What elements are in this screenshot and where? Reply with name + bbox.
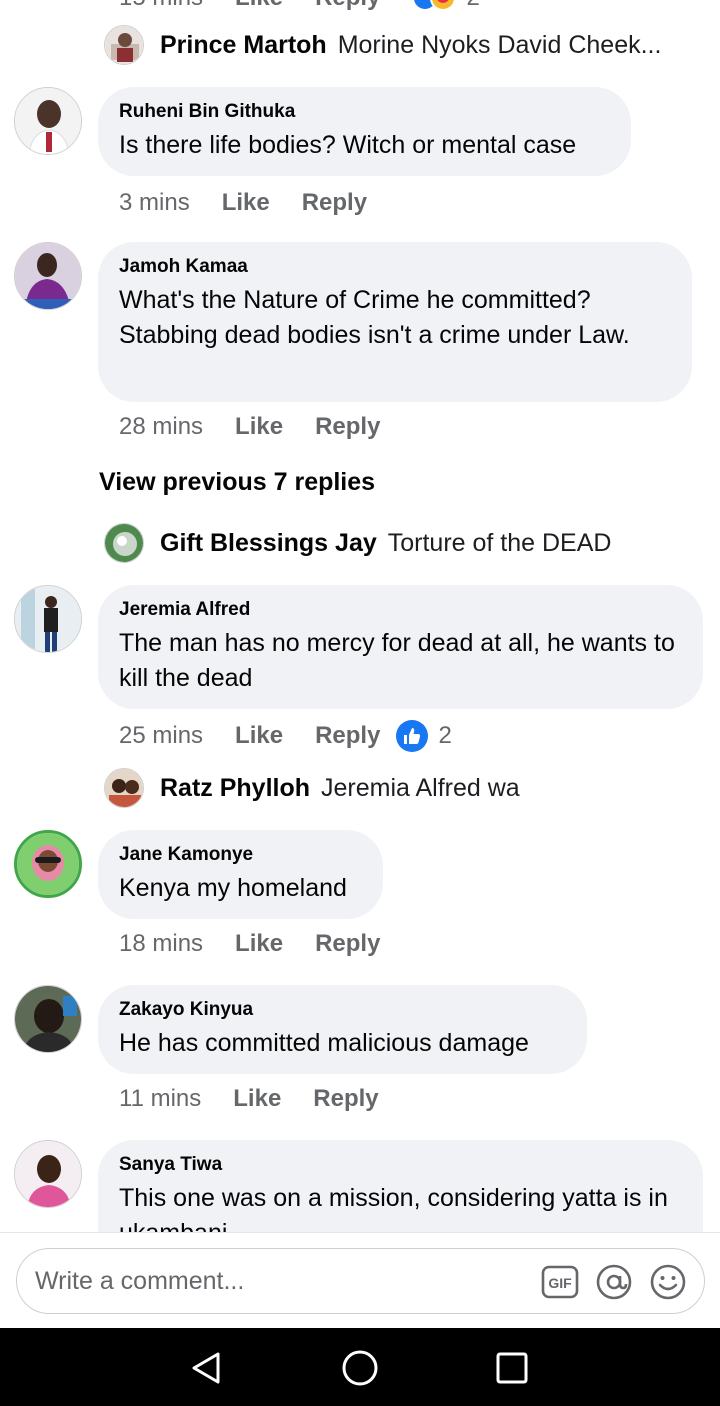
comment-bubble[interactable]: Ruheni Bin Githuka Is there life bodies?… — [98, 87, 631, 176]
like-button[interactable]: Like — [235, 413, 283, 441]
avatar[interactable] — [14, 242, 82, 310]
gif-icon[interactable]: GIF — [541, 1263, 579, 1301]
reply-text: Jeremia Alfred wa — [321, 773, 520, 802]
comment-author[interactable]: Jeremia Alfred — [119, 600, 682, 620]
reply-author[interactable]: Gift Blessings Jay — [160, 529, 377, 558]
comment-bubble[interactable]: Jane Kamonye Kenya my homeland — [98, 830, 383, 919]
comment-text: Is there life bodies? Witch or mental ca… — [119, 131, 577, 159]
comment-composer-bar: Write a comment... GIF — [0, 1232, 720, 1328]
comment-author[interactable]: Jamoh Kamaa — [119, 257, 671, 277]
like-reaction-icon — [396, 720, 429, 752]
comment-time: 25 mins — [119, 722, 204, 749]
reply-author[interactable]: Prince Martoh — [160, 31, 327, 60]
emoji-icon[interactable] — [649, 1263, 687, 1301]
comment-actions: 11 mins Like Reply — [119, 1085, 379, 1113]
reply-button[interactable]: Reply — [315, 0, 380, 12]
comment-author[interactable]: Ruheni Bin Githuka — [119, 102, 610, 122]
comment-bubble[interactable]: Jamoh Kamaa What's the Nature of Crime h… — [98, 242, 692, 402]
comment-author[interactable]: Jane Kamonye — [119, 845, 362, 865]
comment-bubble[interactable]: Zakayo Kinyua He has committed malicious… — [98, 985, 587, 1074]
love-reaction-icon — [430, 0, 457, 11]
reply-author[interactable]: Ratz Phylloh — [160, 774, 310, 803]
gif-icon-label: GIF — [548, 1275, 572, 1291]
like-button[interactable]: Like — [233, 1085, 281, 1113]
reaction-count: 2 — [438, 722, 452, 749]
system-navigation-bar — [0, 1328, 720, 1406]
reply-button[interactable]: Reply — [315, 722, 380, 750]
recents-icon[interactable] — [492, 1348, 532, 1388]
comment-actions: 3 mins Like Reply — [119, 189, 367, 217]
reply-button[interactable]: Reply — [302, 189, 367, 217]
avatar[interactable] — [14, 985, 82, 1053]
mention-icon[interactable] — [595, 1263, 633, 1301]
previous-comment-actions: 15 mins Like Reply 2 — [119, 0, 480, 12]
reply-preview[interactable]: Ratz Phylloh Jeremia Alfred wa — [104, 768, 520, 808]
comment-bubble[interactable]: Sanya Tiwa This one was on a mission, co… — [98, 1140, 703, 1232]
avatar[interactable] — [14, 87, 82, 155]
comment-input[interactable]: Write a comment... GIF — [16, 1248, 705, 1314]
view-previous-replies[interactable]: View previous 7 replies — [99, 468, 375, 497]
reactions[interactable]: 2 — [412, 0, 480, 12]
comment-input-placeholder: Write a comment... — [35, 1267, 245, 1295]
reply-text: Morine Nyoks David Cheek... — [337, 30, 662, 59]
comment-text: The man has no mercy for dead at all, he… — [119, 629, 675, 692]
comment-time: 15 mins — [119, 0, 203, 12]
reply-preview[interactable]: Prince Martoh Morine Nyoks David Cheek..… — [104, 25, 661, 65]
comment-text: He has committed malicious damage — [119, 1029, 529, 1057]
comment-time: 3 mins — [119, 189, 190, 216]
reply-text: Torture of the DEAD — [387, 528, 612, 557]
like-button[interactable]: Like — [235, 0, 283, 12]
reply-button[interactable]: Reply — [315, 413, 380, 441]
comment-author[interactable]: Sanya Tiwa — [119, 1155, 682, 1175]
home-icon[interactable] — [340, 1348, 380, 1388]
like-button[interactable]: Like — [222, 189, 270, 217]
avatar[interactable] — [14, 585, 82, 653]
avatar[interactable] — [104, 768, 144, 808]
like-button[interactable]: Like — [235, 722, 283, 750]
comment-time: 11 mins — [119, 1085, 202, 1112]
reply-button[interactable]: Reply — [315, 930, 380, 958]
avatar[interactable] — [14, 1140, 82, 1208]
comment-text: Kenya my homeland — [119, 874, 347, 902]
avatar[interactable] — [104, 523, 144, 563]
avatar[interactable] — [104, 25, 144, 65]
reply-preview[interactable]: Gift Blessings Jay Torture of the DEAD — [104, 523, 611, 563]
comment-author[interactable]: Zakayo Kinyua — [119, 1000, 566, 1020]
avatar[interactable] — [14, 830, 82, 898]
comment-actions: 28 mins Like Reply — [119, 413, 380, 441]
reply-button[interactable]: Reply — [313, 1085, 378, 1113]
comment-time: 18 mins — [119, 930, 204, 957]
comment-actions: 25 mins Like Reply 2 — [119, 720, 452, 752]
back-icon[interactable] — [186, 1348, 226, 1388]
reactions[interactable]: 2 — [396, 720, 452, 752]
reaction-count: 2 — [466, 0, 479, 12]
comment-text: This one was on a mission, considering y… — [119, 1184, 668, 1232]
comments-feed: 15 mins Like Reply 2 Prince Martoh Morin… — [0, 0, 720, 1232]
comment-time: 28 mins — [119, 413, 204, 440]
like-button[interactable]: Like — [235, 930, 283, 958]
comment-bubble[interactable]: Jeremia Alfred The man has no mercy for … — [98, 585, 703, 709]
comment-text: What's the Nature of Crime he committed?… — [119, 286, 630, 349]
comment-actions: 18 mins Like Reply — [119, 930, 380, 958]
